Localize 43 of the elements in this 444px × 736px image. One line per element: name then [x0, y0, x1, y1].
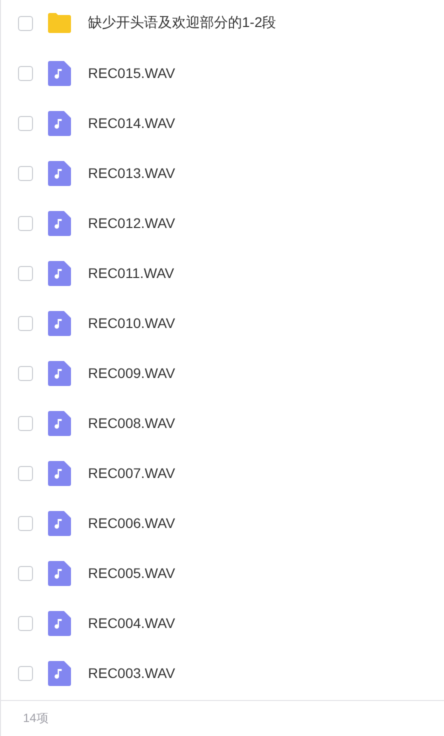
music-file-icon	[48, 360, 71, 386]
music-file-icon	[48, 110, 71, 136]
checkbox[interactable]	[18, 166, 33, 180]
checkbox[interactable]	[18, 316, 33, 330]
file-name[interactable]: REC004.WAV	[88, 615, 176, 631]
music-file-icon	[48, 60, 71, 86]
file-name[interactable]: REC005.WAV	[88, 565, 176, 581]
music-file-icon	[48, 610, 71, 636]
music-file-icon	[48, 310, 71, 336]
checkbox[interactable]	[18, 566, 33, 580]
folder-icon	[47, 13, 72, 33]
file-name[interactable]: REC007.WAV	[88, 465, 176, 481]
music-file-icon	[48, 510, 71, 536]
item-count: 14项	[23, 710, 48, 727]
music-file-icon	[48, 560, 71, 586]
file-name[interactable]: REC010.WAV	[88, 315, 176, 331]
music-file-icon	[48, 410, 71, 436]
music-file-icon	[48, 460, 71, 486]
file-name[interactable]: REC009.WAV	[88, 365, 176, 381]
file-name[interactable]: REC013.WAV	[88, 165, 176, 181]
music-file-icon	[48, 210, 71, 236]
music-file-icon	[48, 260, 71, 286]
music-file-icon	[48, 160, 71, 186]
file-name[interactable]: REC014.WAV	[88, 115, 176, 131]
file-name[interactable]: 缺少开头语及欢迎部分的1-2段	[88, 14, 276, 32]
checkbox[interactable]	[18, 516, 33, 530]
file-name[interactable]: REC015.WAV	[88, 65, 176, 81]
file-name[interactable]: REC003.WAV	[88, 665, 176, 681]
checkbox[interactable]	[18, 266, 33, 280]
checkbox[interactable]	[18, 616, 33, 630]
checkbox[interactable]	[18, 366, 33, 380]
checkbox[interactable]	[18, 66, 33, 80]
file-name[interactable]: REC012.WAV	[88, 215, 176, 231]
checkbox[interactable]	[18, 216, 33, 230]
file-name[interactable]: REC006.WAV	[88, 515, 176, 531]
checkbox[interactable]	[18, 16, 33, 30]
checkbox[interactable]	[18, 416, 33, 430]
checkbox[interactable]	[18, 466, 33, 480]
checkbox[interactable]	[18, 666, 33, 680]
checkbox[interactable]	[18, 116, 33, 130]
file-name[interactable]: REC011.WAV	[88, 265, 174, 281]
music-file-icon	[48, 660, 71, 686]
file-name[interactable]: REC008.WAV	[88, 415, 176, 431]
